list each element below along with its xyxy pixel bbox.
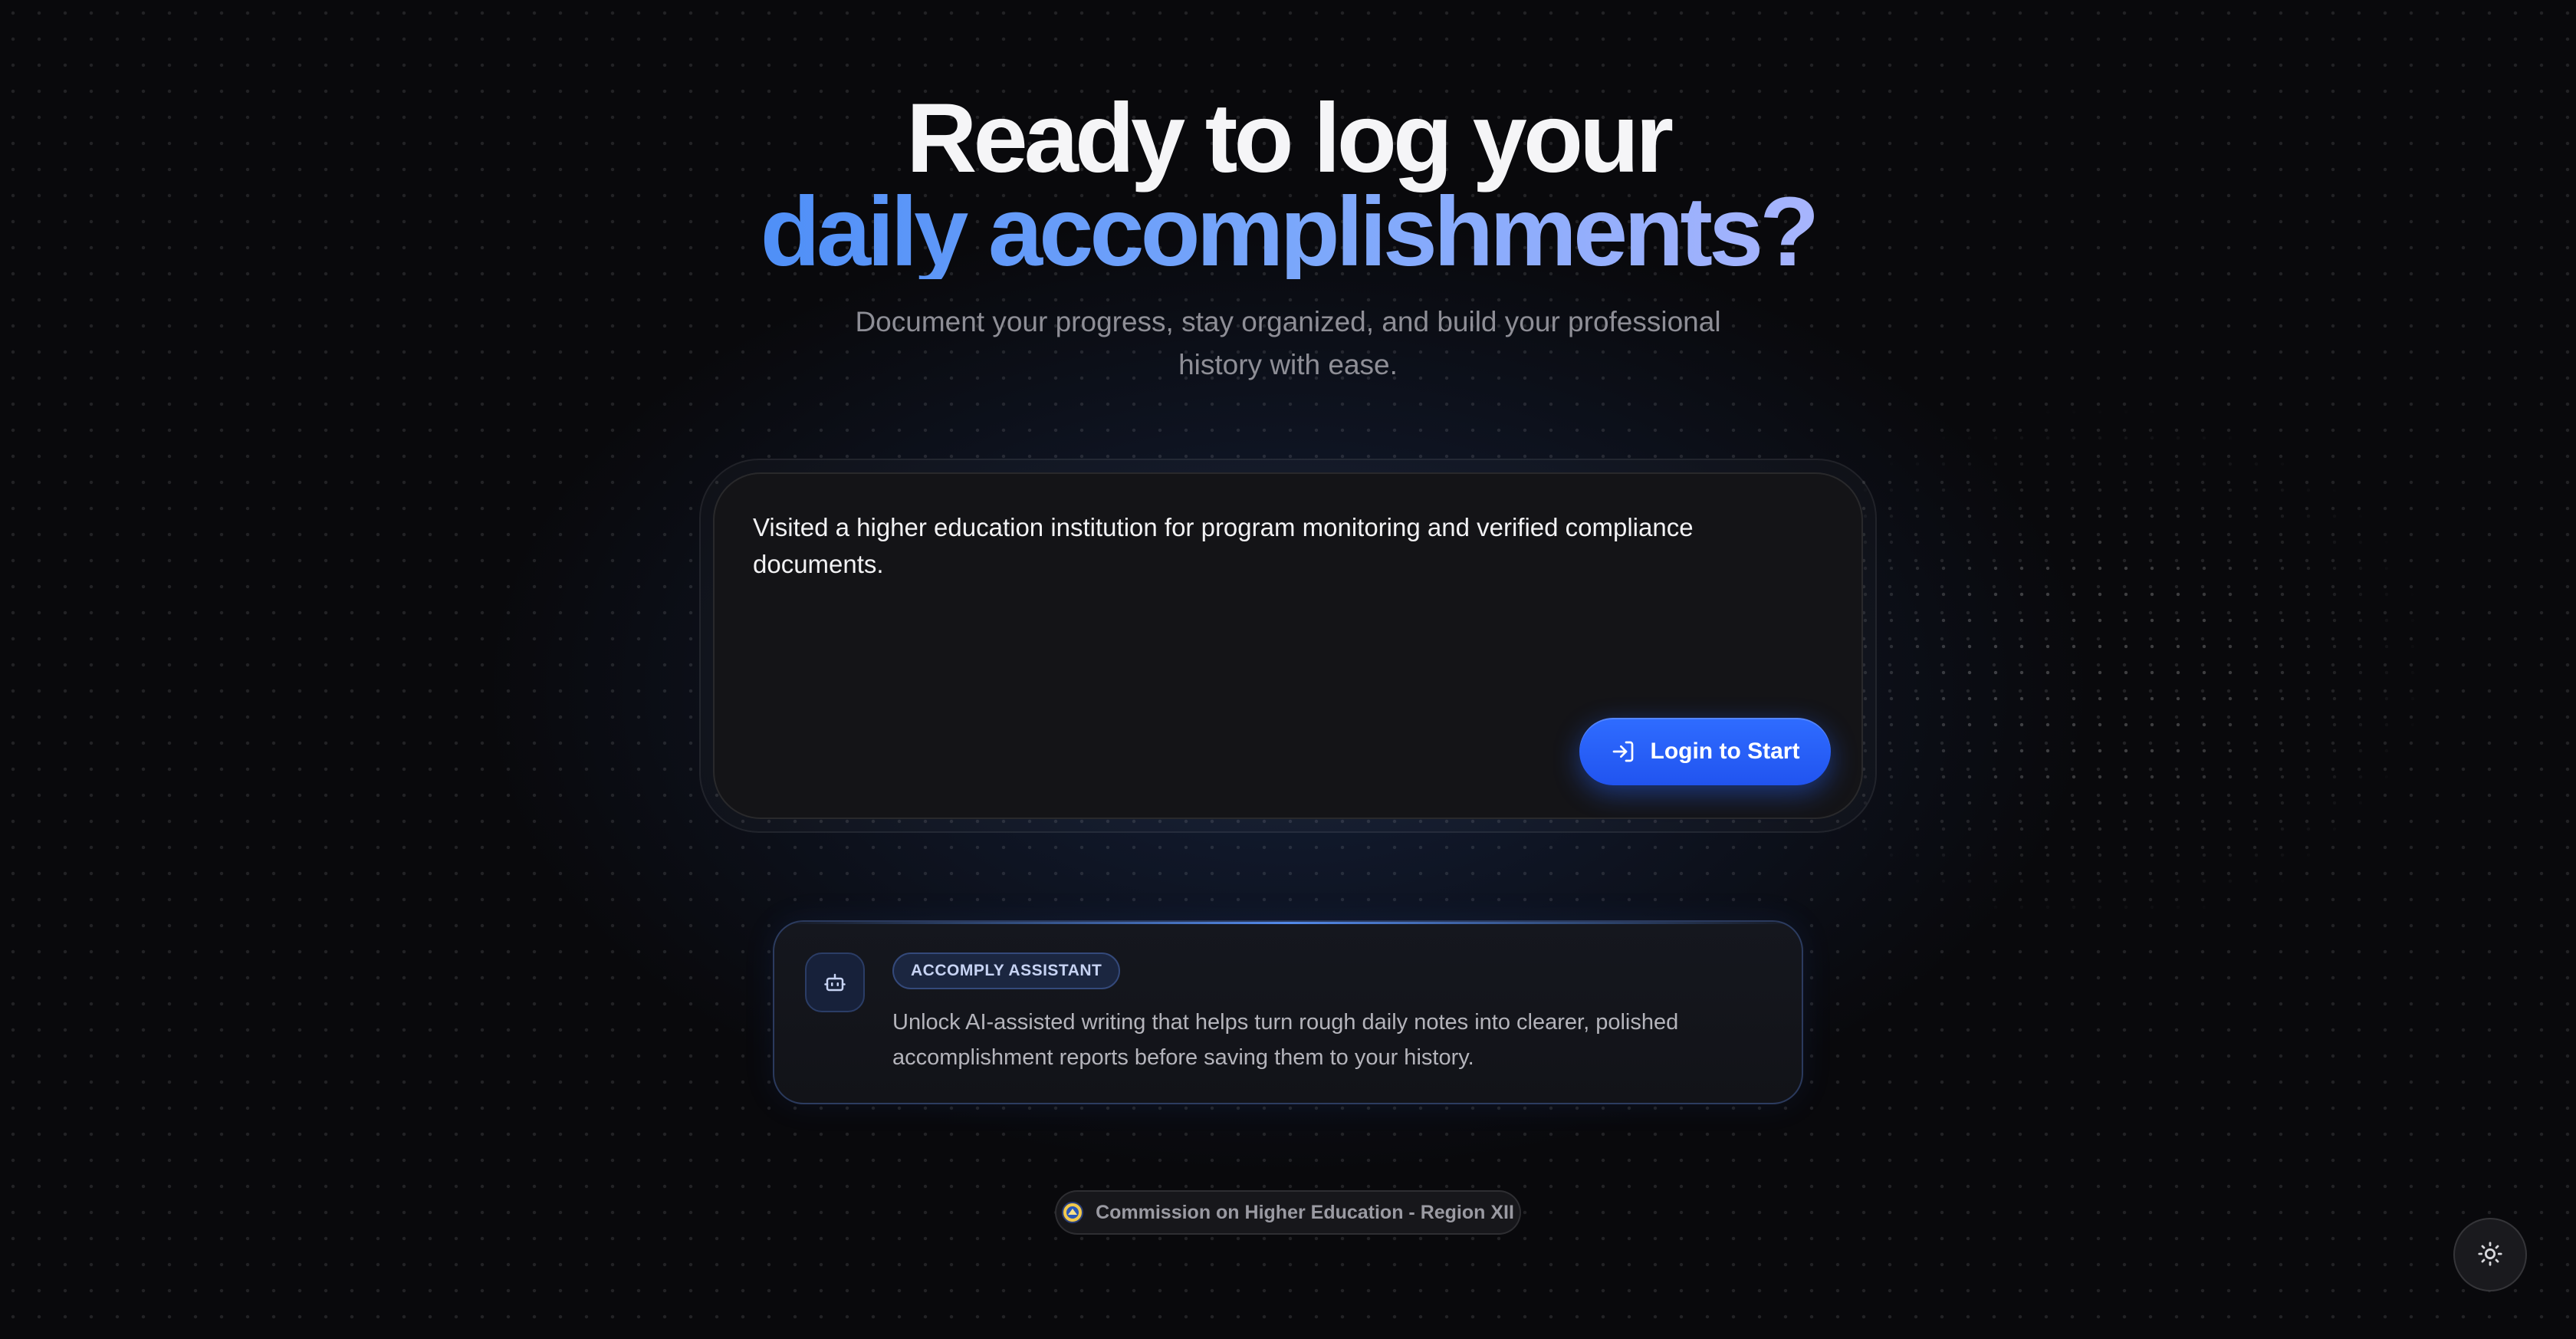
- robot-icon: [805, 952, 865, 1012]
- headline-line-1: Ready to log your: [906, 84, 1674, 193]
- hero-section: Ready to log your daily accomplishments?…: [0, 84, 2576, 387]
- page-subtitle: Document your progress, stay organized, …: [855, 306, 1721, 380]
- login-button-label: Login to Start: [1650, 739, 1800, 764]
- accomplishment-input[interactable]: Visited a higher education institution f…: [753, 509, 1780, 693]
- organization-name: Commission on Higher Education - Region …: [1096, 1201, 1514, 1223]
- login-to-start-button[interactable]: Login to Start: [1579, 718, 1831, 785]
- entry-card: Visited a higher education institution f…: [699, 459, 1877, 833]
- assistant-card: ACCOMPLY ASSISTANT Unlock AI-assisted wr…: [773, 920, 1803, 1104]
- entry-card-inner: Visited a higher education institution f…: [713, 472, 1863, 819]
- page-title: Ready to log your daily accomplishments?: [0, 84, 2576, 287]
- theme-toggle-button[interactable]: [2453, 1218, 2527, 1291]
- seal-icon: [1062, 1202, 1084, 1223]
- assistant-description: Unlock AI-assisted writing that helps tu…: [892, 1010, 1679, 1070]
- login-arrow-icon: [1611, 739, 1635, 764]
- organization-badge: Commission on Higher Education - Region …: [1055, 1190, 1521, 1235]
- headline-line-2: daily accomplishments?: [760, 177, 1820, 287]
- assistant-badge: ACCOMPLY ASSISTANT: [892, 952, 1121, 989]
- landing-page: Ready to log your daily accomplishments?…: [0, 0, 2576, 1339]
- sun-icon: [2477, 1241, 2503, 1269]
